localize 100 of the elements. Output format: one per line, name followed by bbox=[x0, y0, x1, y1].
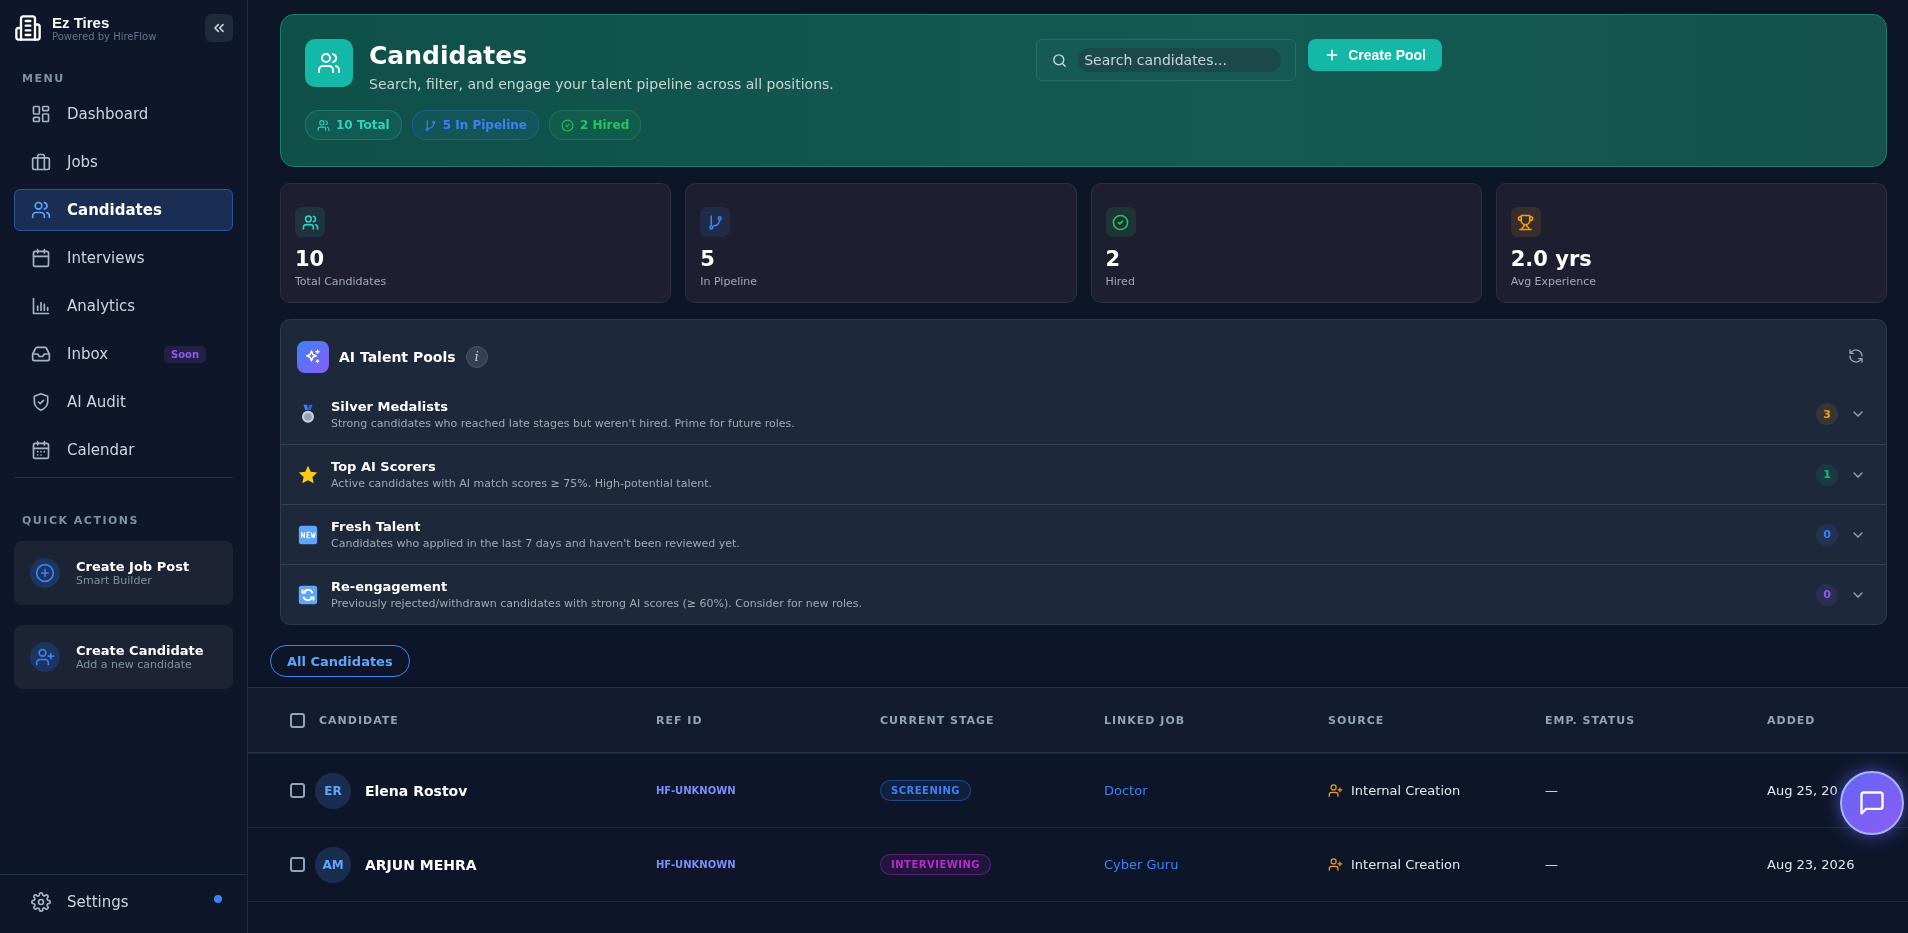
nav-label: Dashboard bbox=[67, 105, 149, 123]
users-icon bbox=[317, 118, 330, 132]
avatar: AM bbox=[315, 846, 351, 883]
nav-item[interactable]: Dashboard bbox=[14, 93, 233, 135]
collapse-button[interactable] bbox=[205, 14, 233, 42]
search-icon bbox=[1051, 51, 1069, 69]
row-checkbox[interactable] bbox=[290, 857, 305, 872]
stat-value: 2.0 yrs bbox=[1510, 247, 1593, 271]
nav-item[interactable]: Interviews bbox=[14, 237, 233, 279]
candidate-name: Elena Rostov bbox=[365, 782, 468, 799]
brand-name: Ez Tires bbox=[52, 14, 111, 31]
ref-id: HF-UNKNOWN bbox=[656, 859, 736, 870]
stat-chip: 10 Total bbox=[305, 110, 402, 140]
section-heading: QUICK ACTIONS bbox=[22, 514, 140, 527]
users-icon bbox=[305, 39, 353, 87]
stat-chip: 5 In Pipeline bbox=[411, 110, 539, 140]
users-icon bbox=[31, 200, 51, 220]
inbox-icon bbox=[31, 344, 51, 364]
sparkles-icon bbox=[297, 341, 329, 373]
settings-icon bbox=[31, 892, 51, 912]
column-header: LINKED JOB bbox=[1104, 713, 1187, 727]
section-heading: MENU bbox=[22, 72, 66, 85]
stat-label: In Pipeline bbox=[700, 275, 758, 288]
ref-id: HF-UNKNOWN bbox=[656, 785, 736, 796]
refresh-icon bbox=[297, 583, 319, 606]
nav-label: Inbox bbox=[67, 345, 109, 363]
select-all-checkbox[interactable] bbox=[290, 712, 305, 728]
pool-name: Fresh Talent bbox=[331, 519, 422, 534]
pool-row[interactable]: Top AI Scorers Active candidates with AI match scores ≥ 75%. High-potential talent. 1 bbox=[281, 444, 1886, 504]
nav-label: Calendar bbox=[67, 441, 135, 459]
job-link[interactable]: Cyber Guru bbox=[1104, 857, 1179, 872]
column-header: SOURCE bbox=[1328, 713, 1386, 727]
count-badge: 0 bbox=[1816, 583, 1838, 606]
page-subtitle: Search, filter, and engage your talent pipeline across all positions. bbox=[369, 76, 835, 92]
soon-badge: Soon bbox=[163, 345, 206, 363]
refresh-icon bbox=[1848, 347, 1864, 364]
job-link[interactable]: Doctor bbox=[1104, 783, 1148, 798]
pool-name: Silver Medalists bbox=[331, 398, 449, 414]
source-text: Internal Creation bbox=[1351, 783, 1461, 798]
column-header: CANDIDATE bbox=[319, 713, 399, 727]
nav-label: Analytics bbox=[67, 297, 136, 315]
chat-icon bbox=[1858, 789, 1886, 817]
quick-action-subtitle: Add a new candidate bbox=[76, 658, 193, 671]
nav-item[interactable]: AI Audit bbox=[14, 381, 233, 423]
dashboard-icon bbox=[31, 104, 51, 124]
stage-badge: SCREENING bbox=[880, 780, 972, 801]
pool-row[interactable]: Re-engagement Previously rejected/withdrawn candidates with strong AI scores (≥ 60%). Consider for new roles. 0 bbox=[281, 564, 1886, 624]
search-field[interactable]: Search candidates... bbox=[1036, 39, 1297, 81]
nav-label: Jobs bbox=[67, 153, 98, 171]
info-button[interactable]: i bbox=[465, 346, 488, 368]
plus-circle-icon bbox=[30, 558, 60, 588]
pool-row[interactable]: Silver Medalists Strong candidates who reached late stages but weren't hired. Prime for future roles. 3 bbox=[281, 384, 1886, 444]
count-badge: 0 bbox=[1816, 523, 1838, 546]
user-plus-icon bbox=[1328, 857, 1343, 872]
quick-action-subtitle: Smart Builder bbox=[76, 574, 153, 587]
stat-label: Hired bbox=[1105, 275, 1136, 288]
pool-description: Candidates who applied in the last 7 days and haven't been reviewed yet. bbox=[331, 537, 741, 550]
pool-row[interactable]: Fresh Talent Candidates who applied in the last 7 days and haven't been reviewed yet. 0 bbox=[281, 504, 1886, 564]
row-checkbox[interactable] bbox=[290, 783, 305, 798]
added-date: Aug 25, 20 bbox=[1767, 783, 1838, 798]
stat-label: Avg Experience bbox=[1510, 275, 1597, 288]
chat-button[interactable] bbox=[1840, 771, 1904, 835]
building-icon bbox=[14, 14, 42, 42]
stat-label: Total Candidates bbox=[295, 275, 388, 288]
page-title: Candidates bbox=[369, 41, 529, 70]
source-text: Internal Creation bbox=[1351, 857, 1461, 872]
nav-item[interactable]: Jobs bbox=[14, 141, 233, 183]
calendar-icon bbox=[31, 248, 51, 268]
nav-label: AI Audit bbox=[67, 393, 126, 411]
calendar-icon bbox=[31, 440, 51, 460]
pool-name: Re-engagement bbox=[331, 579, 449, 594]
quick-action-card[interactable]: Create Candidate Add a new candidate bbox=[14, 625, 233, 689]
column-header: EMP. STATUS bbox=[1545, 713, 1637, 727]
branch-icon bbox=[423, 118, 437, 132]
section-title: AI Talent Pools bbox=[339, 349, 456, 365]
stat-value: 5 bbox=[700, 247, 716, 271]
nav-item[interactable]: Inbox Soon bbox=[14, 333, 233, 375]
quick-action-title: Create Job Post bbox=[76, 559, 190, 574]
quick-action-title: Create Candidate bbox=[76, 643, 204, 658]
count-badge: 1 bbox=[1816, 463, 1838, 486]
column-header: ADDED bbox=[1767, 713, 1817, 727]
nav-item[interactable]: Calendar bbox=[14, 429, 233, 471]
quick-action-card[interactable]: Create Job Post Smart Builder bbox=[14, 541, 233, 605]
shield-icon bbox=[31, 392, 51, 412]
avatar: ER bbox=[315, 772, 351, 809]
new-badge-icon bbox=[297, 523, 319, 546]
nav-label: Interviews bbox=[67, 249, 145, 267]
briefcase-icon bbox=[31, 152, 51, 172]
settings-item[interactable]: Settings bbox=[14, 881, 233, 923]
nav-item[interactable]: Analytics bbox=[14, 285, 233, 327]
nav-item[interactable]: Candidates bbox=[14, 189, 233, 231]
candidate-name: ARJUN MEHRA bbox=[365, 856, 477, 873]
user-plus-icon bbox=[30, 642, 60, 672]
brand-tagline: Powered by HireFlow bbox=[52, 31, 158, 42]
bar-chart-icon bbox=[31, 296, 51, 316]
pool-name: Top AI Scorers bbox=[331, 459, 437, 474]
check-circle-icon bbox=[560, 118, 574, 132]
stat-value: 2 bbox=[1105, 247, 1122, 271]
added-date: Aug 23, 2026 bbox=[1767, 857, 1855, 872]
column-header: REF ID bbox=[656, 713, 704, 727]
